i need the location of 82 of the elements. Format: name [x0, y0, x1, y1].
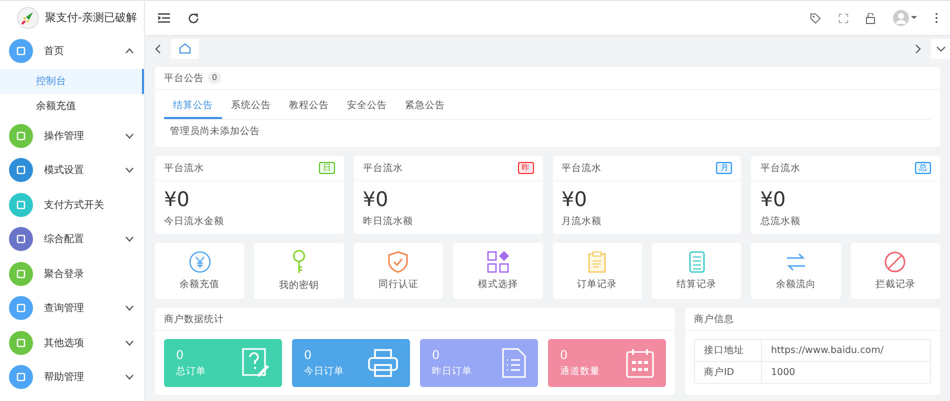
- notice-tab[interactable]: 系统公告: [222, 95, 280, 119]
- clipboard-icon: [588, 251, 606, 273]
- shortcut-card[interactable]: 拦截记录: [850, 243, 940, 299]
- count-badge: 0: [208, 72, 222, 84]
- sidebar-item[interactable]: 查询管理: [0, 291, 144, 326]
- fullscreen-icon[interactable]: [839, 14, 848, 22]
- period-badge: 总: [915, 162, 931, 174]
- app-title: 聚支付-亲测已破解: [45, 10, 137, 25]
- shortcut-card[interactable]: 我的密钥: [254, 243, 344, 299]
- rocket-logo-icon: [17, 6, 39, 28]
- table-cell: 1000: [762, 362, 930, 384]
- sidebar-item[interactable]: 模式设置: [0, 153, 144, 188]
- amount-value: ¥0: [759, 186, 787, 213]
- shield-check-icon: [388, 251, 408, 273]
- notice-tab[interactable]: 结算公告: [164, 95, 222, 119]
- tile-label: 昨日订单: [432, 365, 472, 378]
- submenu-item[interactable]: 余额充值: [0, 94, 144, 118]
- tile-value: 0: [560, 348, 569, 362]
- period-badge: 昨: [518, 162, 534, 174]
- yen-coin-icon: [188, 251, 211, 273]
- lock-icon[interactable]: [866, 12, 875, 24]
- home-tab[interactable]: [171, 38, 199, 58]
- printer-icon: [368, 349, 398, 377]
- sidebar-item[interactable]: 其他选项: [0, 326, 144, 360]
- shortcut-card[interactable]: 余额流向: [751, 243, 841, 299]
- table-cell: https://www.baidu.com/: [762, 340, 930, 362]
- chevron-right-icon[interactable]: [915, 44, 921, 54]
- shortcut-card[interactable]: 余额充值: [155, 243, 244, 299]
- tile-label: 通道数量: [560, 365, 600, 378]
- tile-value: 0: [304, 348, 313, 362]
- amount-value: ¥0: [560, 186, 588, 213]
- block-icon: [884, 251, 906, 273]
- sidebar-item[interactable]: 操作管理: [0, 118, 144, 153]
- amount-value: ¥0: [163, 186, 190, 213]
- amount-caption: 今日流水金额: [163, 215, 225, 229]
- chevron-left-icon[interactable]: [155, 44, 161, 54]
- sidebar-item[interactable]: 帮助管理: [0, 360, 144, 394]
- amount-caption: 昨日流水额: [362, 215, 414, 229]
- document-icon: [502, 348, 526, 378]
- shortcut-card[interactable]: 模式选择: [453, 243, 542, 299]
- dropdown-button[interactable]: [931, 38, 950, 58]
- card-title: 平台流水: [362, 162, 403, 174]
- sidebar-item[interactable]: 首页: [0, 34, 144, 68]
- arrows-icon: [784, 251, 807, 273]
- card-title: 商户数据统计: [164, 312, 224, 326]
- shortcut-card[interactable]: 同行认证: [354, 243, 444, 299]
- menu-fold-icon[interactable]: [158, 13, 170, 23]
- sidebar-item[interactable]: 聚合登录: [0, 256, 144, 291]
- more-icon[interactable]: [935, 13, 938, 23]
- card-title: 平台公告: [164, 72, 204, 84]
- shortcut-card[interactable]: 订单记录: [552, 243, 642, 299]
- notice-tab[interactable]: 安全公告: [338, 95, 396, 119]
- key-icon: [291, 250, 308, 274]
- card-title: 平台流水: [164, 162, 204, 174]
- notice-tab[interactable]: 紧急公告: [396, 95, 454, 119]
- sidebar-item[interactable]: 综合配置: [0, 222, 144, 256]
- card-title: 平台流水: [760, 162, 800, 174]
- table-cell: 接口地址: [694, 340, 762, 362]
- amount-caption: 总流水额: [759, 215, 802, 229]
- tile-value: 0: [176, 348, 185, 362]
- tag-icon[interactable]: [810, 12, 821, 24]
- amount-value: ¥0: [362, 186, 390, 213]
- calendar-icon: [626, 348, 654, 378]
- table-cell: 商户ID: [694, 362, 762, 384]
- card-title: 商户信息: [694, 312, 734, 326]
- question-note-icon: [242, 348, 270, 378]
- empty-message: 管理员尚未添加公告: [169, 125, 261, 139]
- shortcut-card[interactable]: 结算记录: [652, 243, 742, 299]
- period-badge: 日: [318, 162, 335, 174]
- chevron-down-icon: [936, 46, 946, 52]
- grid-icon: [486, 251, 509, 273]
- notice-tab[interactable]: 教程公告: [280, 95, 338, 119]
- period-badge: 月: [716, 162, 732, 174]
- refresh-icon[interactable]: [188, 12, 199, 24]
- list-icon: [688, 251, 705, 273]
- amount-caption: 月流水额: [560, 215, 602, 229]
- card-title: 平台流水: [562, 162, 602, 174]
- tile-label: 今日订单: [304, 365, 344, 378]
- sidebar-item[interactable]: 支付方式开关: [0, 188, 144, 222]
- tile-value: 0: [432, 348, 441, 362]
- home-icon: [179, 43, 191, 54]
- tile-label: 总订单: [176, 365, 206, 378]
